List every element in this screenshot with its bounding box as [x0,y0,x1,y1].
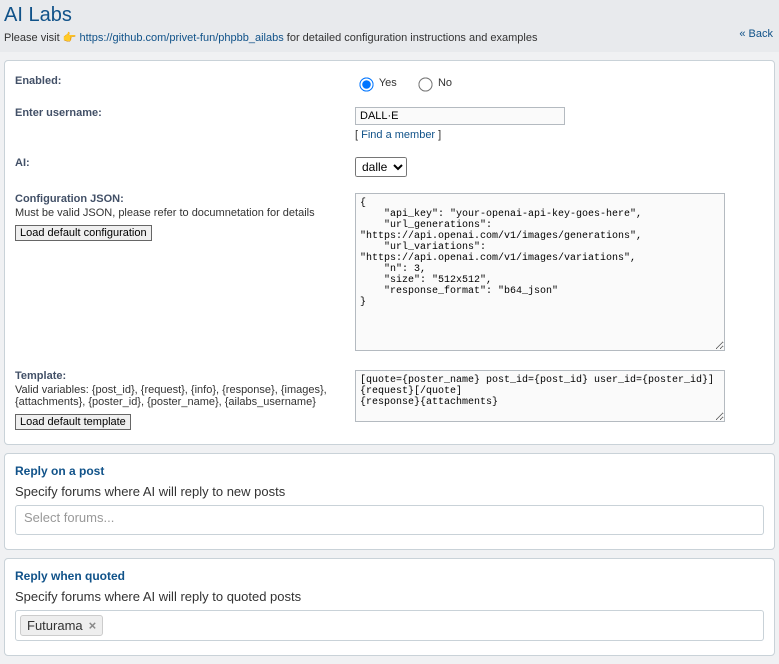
template-textarea[interactable] [355,370,725,422]
enabled-no-radio[interactable] [418,77,432,91]
settings-fieldset: Enabled: Yes No Enter username: [ Find a… [4,60,775,445]
back-link[interactable]: « Back [739,28,773,40]
config-json-textarea[interactable] [355,193,725,351]
reply-when-quoted-legend: Reply when quoted [15,569,764,583]
ai-label: AI: [15,157,30,169]
page-title: AI Labs [4,4,775,27]
config-hint: Must be valid JSON, please refer to docu… [15,207,345,219]
forum-tag-label: Futurama [27,618,83,633]
username-label: Enter username: [15,107,102,119]
template-label: Template: [15,370,66,382]
enabled-yes-radio[interactable] [359,77,373,91]
reply-on-post-forums-select[interactable]: Select forums... [15,505,764,535]
tag-remove-icon[interactable]: × [89,618,97,633]
enabled-yes-label[interactable]: Yes [355,77,397,89]
header-description: Please visit 👉 https://github.com/privet… [4,31,775,44]
repo-link[interactable]: https://github.com/privet-fun/phpbb_aila… [79,32,283,44]
reply-when-quoted-forums-select[interactable]: Futurama × [15,610,764,641]
page-header: AI Labs Please visit 👉 https://github.co… [0,0,779,52]
find-member-link[interactable]: Find a member [361,129,435,141]
reply-when-quoted-desc: Specify forums where AI will reply to qu… [15,589,764,604]
load-default-template-button[interactable] [15,414,131,430]
forum-tag: Futurama × [20,615,103,636]
enabled-no-label[interactable]: No [414,77,452,89]
reply-on-post-placeholder: Select forums... [20,508,118,527]
reply-on-post-desc: Specify forums where AI will reply to ne… [15,484,764,499]
reply-when-quoted-fieldset: Reply when quoted Specify forums where A… [4,558,775,656]
template-hint: Valid variables: {post_id}, {request}, {… [15,384,345,408]
load-default-config-button[interactable] [15,225,152,241]
enabled-label: Enabled: [15,75,61,87]
find-member-wrap: [ Find a member ] [355,129,764,141]
reply-on-post-legend: Reply on a post [15,464,764,478]
username-input[interactable] [355,107,565,125]
config-label: Configuration JSON: [15,193,124,205]
reply-on-post-fieldset: Reply on a post Specify forums where AI … [4,453,775,550]
ai-select[interactable]: dalle [355,157,407,177]
